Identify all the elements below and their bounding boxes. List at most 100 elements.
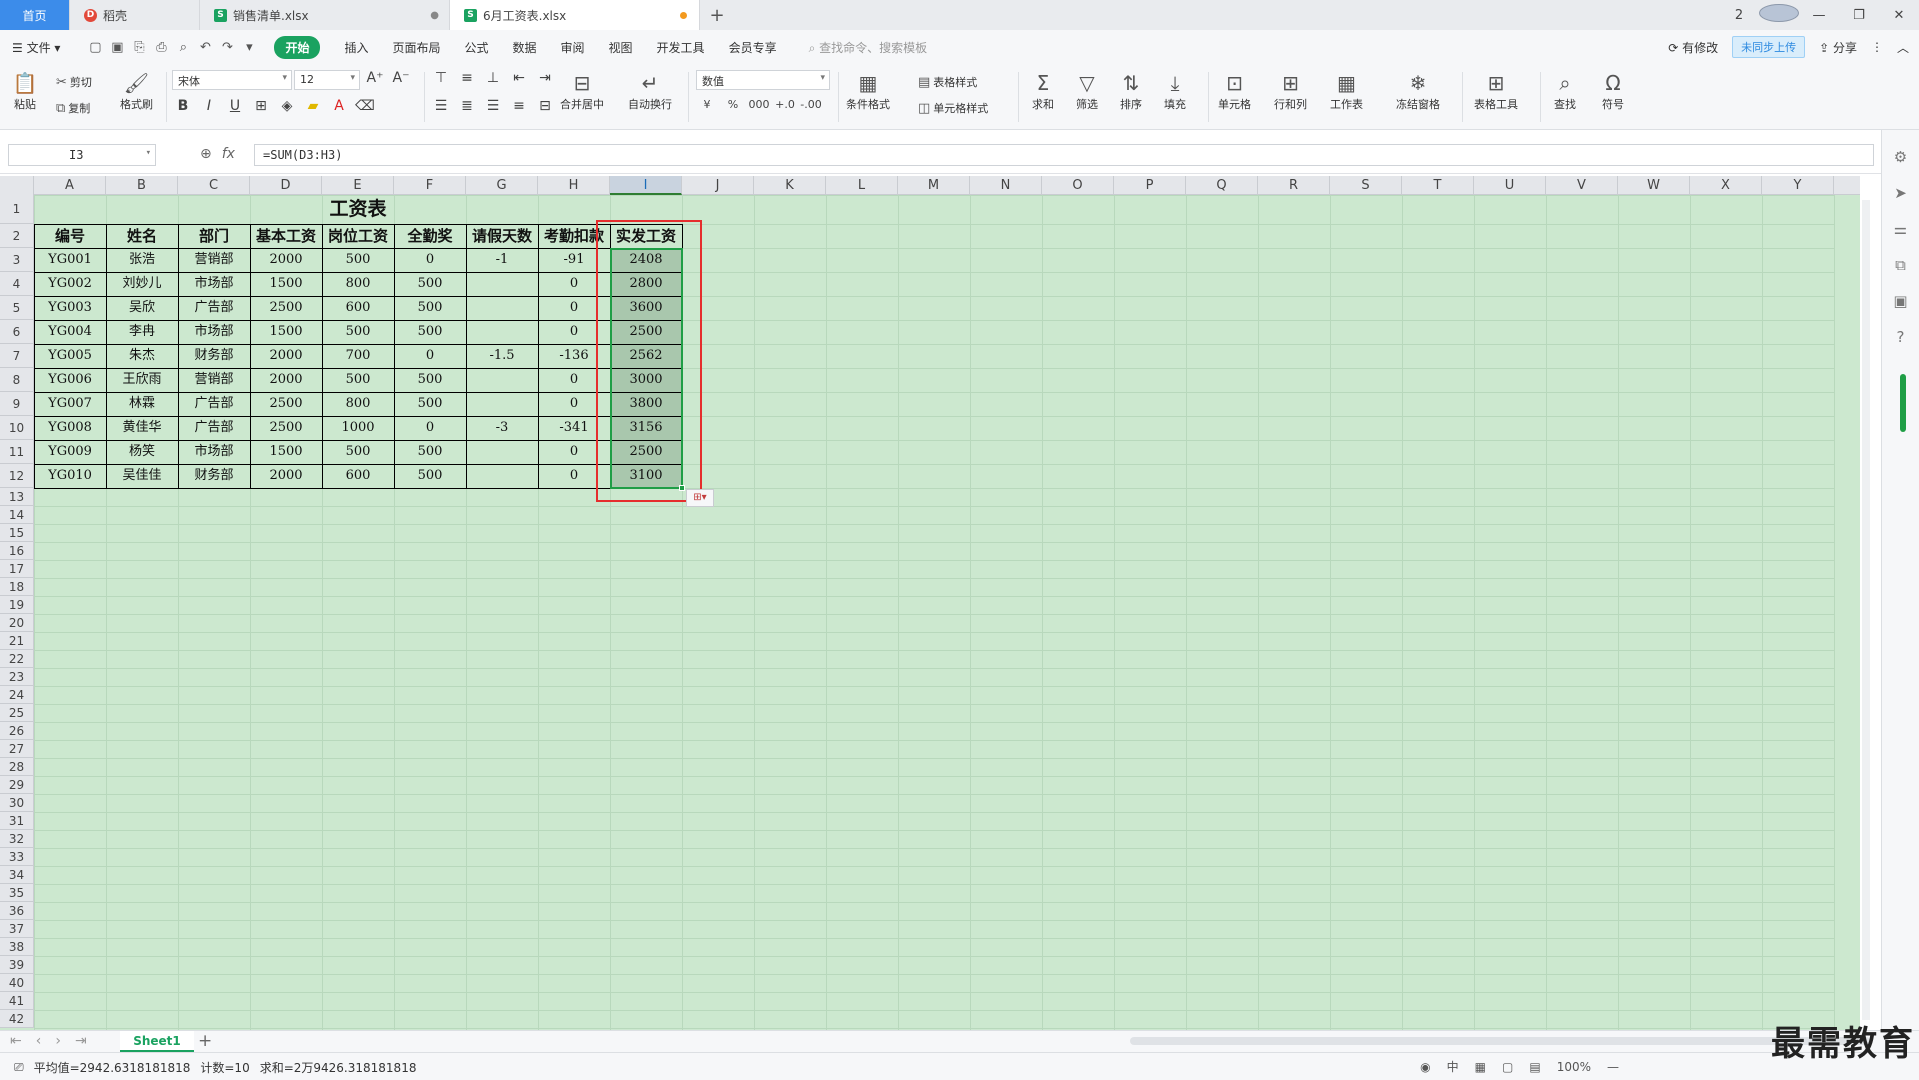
sidebar-scroll-thumb[interactable] (1900, 374, 1906, 432)
header-cell[interactable]: 请假天数 (466, 224, 538, 248)
restore-button[interactable]: ❐ (1839, 8, 1879, 23)
row-header[interactable]: 34 (0, 866, 34, 884)
row-header[interactable]: 21 (0, 632, 34, 650)
number-format-select[interactable]: 数值 (696, 70, 830, 90)
page-break-view-icon[interactable]: ▤ (1529, 1060, 1540, 1074)
data-cell[interactable]: 0 (394, 344, 466, 368)
data-cell[interactable]: 市场部 (178, 440, 250, 464)
column-header[interactable]: B (106, 176, 178, 195)
symbol-button[interactable]: Ω 符号 (1600, 70, 1626, 112)
data-cell[interactable]: 800 (322, 392, 394, 416)
align-bottom-icon[interactable]: ⊥ (482, 70, 504, 86)
data-cell[interactable]: 500 (394, 368, 466, 392)
row-header[interactable]: 42 (0, 1010, 34, 1028)
menu-page-layout[interactable]: 页面布局 (392, 39, 440, 56)
row-header[interactable]: 6 (0, 320, 34, 344)
data-cell[interactable]: YG007 (34, 392, 106, 416)
merge-center-button[interactable]: ⊟ 合并居中 (560, 70, 604, 112)
row-header[interactable]: 10 (0, 416, 34, 440)
column-header[interactable]: U (1474, 176, 1546, 195)
justify-icon[interactable]: ≡ (508, 98, 530, 114)
column-header[interactable]: E (322, 176, 394, 195)
column-header[interactable]: L (826, 176, 898, 195)
data-cell[interactable]: 2500 (250, 416, 322, 440)
data-cell[interactable] (466, 272, 538, 296)
row-header[interactable]: 12 (0, 464, 34, 488)
data-cell[interactable] (466, 440, 538, 464)
row-header[interactable]: 17 (0, 560, 34, 578)
data-cell[interactable]: 500 (394, 320, 466, 344)
sheet-title-cell[interactable]: 工资表 (34, 195, 682, 224)
data-cell[interactable]: 0 (394, 416, 466, 440)
page-layout-view-icon[interactable]: ▢ (1502, 1060, 1513, 1074)
data-cell[interactable]: 杨笑 (106, 440, 178, 464)
header-cell[interactable]: 编号 (34, 224, 106, 248)
align-middle-icon[interactable]: ≡ (456, 70, 478, 86)
preview-icon[interactable]: ⌕ (172, 40, 194, 55)
align-center-icon[interactable]: ≣ (456, 98, 478, 114)
data-cell[interactable]: 1500 (250, 320, 322, 344)
filter-button[interactable]: ▽ 筛选 (1074, 70, 1100, 112)
menu-data[interactable]: 数据 (513, 39, 537, 56)
data-cell[interactable]: YG006 (34, 368, 106, 392)
data-cell[interactable]: 800 (322, 272, 394, 296)
data-cell[interactable]: 李冉 (106, 320, 178, 344)
unsaved-status[interactable]: ⟳ 有修改 (1668, 39, 1718, 56)
row-header[interactable]: 20 (0, 614, 34, 632)
column-header[interactable]: R (1258, 176, 1330, 195)
row-header[interactable]: 29 (0, 776, 34, 794)
row-header[interactable]: 4 (0, 272, 34, 296)
unsaved-dot-icon[interactable] (680, 11, 687, 19)
data-cell[interactable]: 广告部 (178, 392, 250, 416)
data-cell[interactable]: 500 (322, 248, 394, 272)
header-cell[interactable]: 姓名 (106, 224, 178, 248)
column-header[interactable]: W (1618, 176, 1690, 195)
align-right-icon[interactable]: ☰ (482, 98, 504, 114)
page-count-badge[interactable]: 2 (1719, 8, 1759, 23)
row-header[interactable]: 41 (0, 992, 34, 1010)
row-header[interactable]: 7 (0, 344, 34, 368)
data-cell[interactable]: 2000 (250, 368, 322, 392)
data-cell[interactable]: 吴欣 (106, 296, 178, 320)
row-header[interactable]: 5 (0, 296, 34, 320)
tab-file-salary[interactable]: S 6月工资表.xlsx (450, 0, 700, 30)
data-cell[interactable]: -3 (466, 416, 538, 440)
data-cell[interactable]: YG004 (34, 320, 106, 344)
data-cell[interactable]: 刘妙儿 (106, 272, 178, 296)
row-header[interactable]: 18 (0, 578, 34, 596)
name-box[interactable]: I3 (8, 144, 156, 166)
worksheet-button[interactable]: ▦ 工作表 (1330, 70, 1363, 112)
data-cell[interactable]: 500 (322, 320, 394, 344)
data-cell[interactable]: 2000 (250, 344, 322, 368)
column-header[interactable]: S (1330, 176, 1402, 195)
row-header[interactable]: 19 (0, 596, 34, 614)
bold-icon[interactable]: B (172, 98, 194, 114)
help-icon[interactable]: ? (1882, 328, 1919, 346)
row-header[interactable]: 32 (0, 830, 34, 848)
print-icon[interactable]: ⎙ (150, 40, 172, 55)
data-cell[interactable]: 500 (394, 296, 466, 320)
formula-input[interactable]: =SUM(D3:H3) (254, 144, 1874, 166)
format-painter-button[interactable]: 🖌 格式刷 (120, 70, 153, 112)
data-cell[interactable]: YG005 (34, 344, 106, 368)
data-cell[interactable]: 500 (322, 368, 394, 392)
font-color-icon[interactable]: A (328, 98, 350, 114)
align-left-icon[interactable]: ☰ (430, 98, 452, 114)
data-cell[interactable] (466, 392, 538, 416)
header-cell[interactable]: 部门 (178, 224, 250, 248)
decimal-increase-icon[interactable]: +.0 (774, 98, 796, 111)
backup-icon[interactable]: ▣ (1882, 292, 1919, 310)
data-cell[interactable]: 营销部 (178, 248, 250, 272)
file-menu[interactable]: ☰ 文件 ▾ (12, 39, 60, 56)
data-cell[interactable]: YG010 (34, 464, 106, 488)
align-top-icon[interactable]: ⊤ (430, 70, 452, 86)
column-header[interactable]: M (898, 176, 970, 195)
row-header[interactable]: 38 (0, 938, 34, 956)
data-cell[interactable] (466, 464, 538, 488)
conditional-format-button[interactable]: ▦ 条件格式 (846, 70, 890, 112)
cell-style-button[interactable]: ◫ 单元格样式 (918, 100, 988, 116)
spreadsheet-grid[interactable]: A B C D E F G H I J K L M N O P Q R S T U V W X Y 1 2 3 4 5 6 7 8 9 10 11 12… (0, 176, 1860, 1030)
data-cell[interactable]: 600 (322, 296, 394, 320)
adjust-icon[interactable]: ⚌ (1882, 220, 1919, 238)
close-button[interactable]: ✕ (1879, 8, 1919, 23)
